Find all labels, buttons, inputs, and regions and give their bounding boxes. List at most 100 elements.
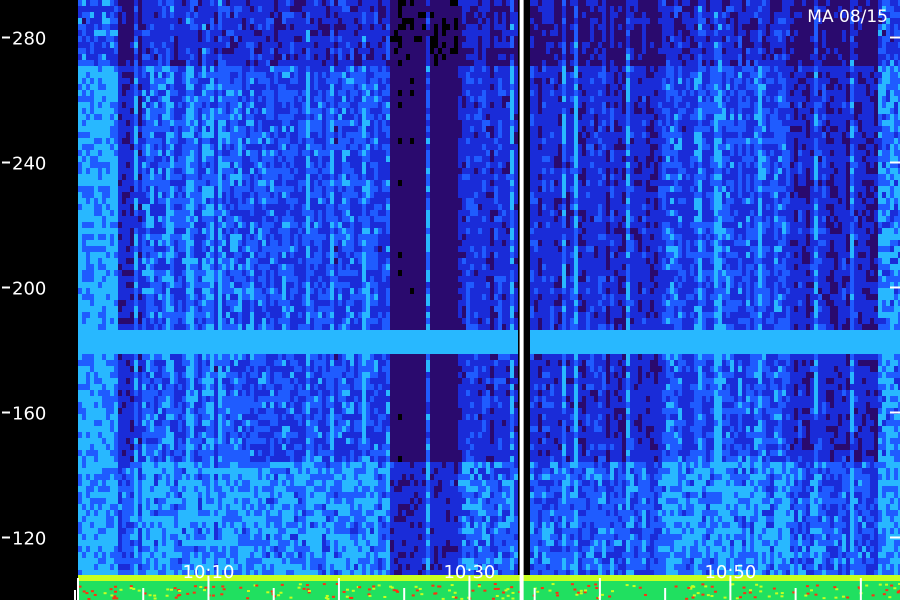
heatmap-cell <box>246 150 250 156</box>
heatmap-cell <box>198 72 202 78</box>
heatmap-cell <box>94 384 98 390</box>
heatmap-cell <box>194 240 198 246</box>
heatmap-cell <box>174 204 178 210</box>
heatmap-cell <box>174 444 178 450</box>
heatmap-cell <box>190 48 194 54</box>
heatmap-cell <box>90 486 94 492</box>
heatmap-cell <box>238 270 242 276</box>
heatmap-cell <box>262 300 266 306</box>
heatmap-cell <box>278 456 282 462</box>
heatmap-cell <box>270 498 274 504</box>
heatmap-cell <box>198 36 202 42</box>
heatmap-cell <box>150 192 154 198</box>
heatmap-cell <box>94 492 98 498</box>
heatmap-cell <box>82 198 86 204</box>
heatmap-cell <box>210 186 214 192</box>
heatmap-cell <box>110 252 114 258</box>
heatmap-cell <box>206 444 210 450</box>
heatmap-cell <box>150 348 154 354</box>
heatmap-cell <box>170 354 174 360</box>
heatmap-cell <box>98 108 102 114</box>
heatmap-cell <box>150 210 154 216</box>
heatmap-cell <box>282 306 286 312</box>
heatmap-cell <box>250 318 254 324</box>
heatmap-cell <box>78 384 82 390</box>
heatmap-cell <box>146 222 150 228</box>
heatmap-cell <box>250 462 254 468</box>
heatmap-cell <box>246 18 250 24</box>
heatmap-cell <box>142 258 146 264</box>
heatmap-cell <box>122 186 126 192</box>
heatmap-cell <box>186 30 190 36</box>
heatmap-cell <box>250 432 254 438</box>
heatmap-cell <box>282 0 286 6</box>
heatmap-cell <box>178 366 182 372</box>
heatmap-cell <box>82 510 86 516</box>
heatmap-cell <box>246 54 250 60</box>
heatmap-cell <box>178 234 182 240</box>
heatmap-cell <box>218 420 222 426</box>
heatmap-cell <box>186 72 190 78</box>
heatmap-cell <box>254 186 258 192</box>
heatmap-cell <box>158 30 162 36</box>
heatmap-cell <box>266 42 270 48</box>
heatmap-cell <box>78 132 82 138</box>
heatmap-cell <box>222 18 226 24</box>
heatmap-cell <box>202 336 206 342</box>
heatmap-cell <box>210 450 214 456</box>
heatmap-cell <box>126 36 130 42</box>
heatmap-cell <box>158 498 162 504</box>
heatmap-cell <box>86 408 90 414</box>
heatmap-cell <box>210 294 214 300</box>
heatmap-cell <box>206 318 210 324</box>
heatmap-cell <box>210 330 214 336</box>
heatmap-cell <box>134 84 138 90</box>
heatmap-cell <box>138 522 142 528</box>
heatmap-cell <box>242 24 246 30</box>
heatmap-cell <box>218 522 222 528</box>
heatmap-cell <box>162 546 166 552</box>
heatmap-cell <box>114 294 118 300</box>
heatmap-cell <box>190 552 194 558</box>
heatmap-cell <box>210 42 214 48</box>
heatmap-cell <box>162 114 166 120</box>
heatmap-cell <box>226 504 230 510</box>
heatmap-cell <box>126 534 130 540</box>
heatmap-cell <box>194 6 198 12</box>
heatmap-cell <box>114 372 118 378</box>
heatmap-cell <box>130 312 134 318</box>
heatmap-cell <box>82 168 86 174</box>
heatmap-cell <box>198 468 202 474</box>
heatmap-cell <box>98 480 102 486</box>
heatmap-cell <box>150 120 154 126</box>
heatmap-cell <box>158 24 162 30</box>
heatmap-cell <box>174 228 178 234</box>
heatmap-cell <box>78 372 82 378</box>
heatmap-cell <box>198 408 202 414</box>
heatmap-cell <box>154 192 158 198</box>
heatmap-cell <box>254 306 258 312</box>
heatmap-cell <box>198 114 202 120</box>
heatmap-cell <box>122 0 126 6</box>
heatmap-cell <box>154 198 158 204</box>
heatmap-cell <box>182 414 186 420</box>
heatmap-cell <box>270 78 274 84</box>
heatmap-cell <box>270 6 274 12</box>
heatmap-cell <box>234 294 238 300</box>
heatmap-cell <box>138 504 142 510</box>
heatmap-cell <box>166 66 170 72</box>
heatmap-cell <box>134 72 138 78</box>
heatmap-cell <box>150 36 154 42</box>
heatmap-cell <box>150 504 154 510</box>
heatmap-cell <box>250 396 254 402</box>
heatmap-cell <box>118 306 122 312</box>
heatmap-cell <box>218 288 222 294</box>
heatmap-cell <box>254 0 258 6</box>
heatmap-cell <box>190 348 194 354</box>
heatmap-cell <box>226 414 230 420</box>
heatmap-cell <box>82 36 86 42</box>
heatmap-cell <box>210 396 214 402</box>
heatmap-cell <box>214 336 218 342</box>
heatmap-cell <box>154 384 158 390</box>
heatmap-cell <box>86 456 90 462</box>
